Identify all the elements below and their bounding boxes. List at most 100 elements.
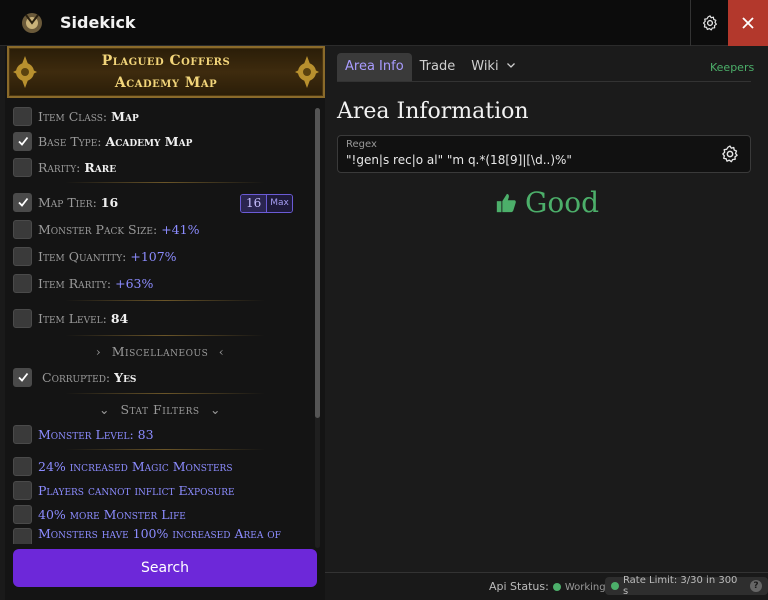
checkbox[interactable] — [13, 367, 32, 387]
area-info-title: Area Information — [337, 99, 529, 124]
filter-value: Yes — [114, 369, 137, 385]
mod-filter[interactable]: Players cannot inflict Exposure — [13, 479, 235, 501]
app-logo-icon — [22, 13, 42, 33]
area-panel: Area Info Trade Wiki Keepers Area Inform… — [325, 46, 768, 600]
app-title: Sidekick — [60, 13, 136, 32]
tab-trade[interactable]: Trade — [412, 53, 464, 81]
filter-value: 83 — [137, 426, 154, 442]
mod-filter[interactable]: 40% more Monster Life — [13, 503, 186, 525]
rate-limit-text: Rate Limit: 3/30 in 300 s — [622, 575, 738, 597]
help-icon[interactable]: ? — [750, 580, 762, 592]
scrollbar-thumb[interactable] — [315, 108, 320, 418]
filter-value: +107% — [130, 248, 177, 264]
checkbox[interactable] — [13, 480, 32, 500]
checkbox[interactable] — [13, 528, 32, 544]
checkbox[interactable] — [13, 456, 32, 476]
item-header: Plagued Coffers Academy Map — [7, 46, 325, 98]
tier-max-value[interactable]: Max — [266, 195, 292, 212]
gear-icon[interactable] — [720, 144, 740, 164]
settings-button[interactable] — [690, 0, 728, 46]
area-verdict: Good — [495, 186, 599, 219]
api-status: Api Status: Working — [489, 580, 606, 593]
scrollbar[interactable] — [315, 108, 320, 548]
checkbox[interactable] — [13, 157, 32, 177]
tab-wiki[interactable]: Wiki — [463, 53, 523, 81]
checkbox[interactable] — [13, 246, 32, 266]
rate-limit-badge: Rate Limit: 3/30 in 300 s ? — [605, 575, 768, 597]
divider — [65, 449, 265, 450]
thumbs-up-icon — [496, 193, 516, 212]
checkbox[interactable] — [13, 219, 32, 239]
item-name: Plagued Coffers — [101, 53, 231, 69]
chevron-left-icon: ‹ — [218, 344, 225, 359]
mod-text: Monsters have 100% increased Area of — [38, 526, 281, 541]
title-bar: Sidekick — [0, 0, 768, 46]
section-stat-filters[interactable]: ⌄ Stat Filters ⌄ — [5, 402, 315, 417]
mod-text: 40% more Monster Life — [38, 506, 186, 522]
filter-corrupted[interactable]: Corrupted: Yes — [13, 366, 136, 388]
filter-item-class[interactable]: Item Class: Map — [13, 105, 139, 127]
filter-label: Item Level: — [38, 310, 107, 326]
close-button[interactable] — [728, 0, 768, 46]
checkbox[interactable] — [13, 273, 32, 293]
chevron-down-icon: ⌄ — [210, 402, 221, 417]
filter-label: Item Class: — [38, 108, 108, 124]
filter-label: Rarity: — [38, 159, 81, 175]
filter-value: 84 — [110, 310, 129, 326]
filter-monster-level[interactable]: Monster Level: 83 — [13, 423, 154, 445]
regex-field[interactable]: Regex "!gen|s rec|o al" "m q.*(18[9]|[\d… — [337, 135, 751, 173]
filter-item-rarity[interactable]: Item Rarity: +63% — [13, 272, 153, 294]
filter-label: Monster Pack Size: — [38, 221, 158, 237]
search-button[interactable]: Search — [13, 549, 317, 587]
filter-map-tier[interactable]: Map Tier: 16 — [13, 191, 118, 213]
tab-bar: Area Info Trade Wiki — [337, 53, 524, 81]
api-status-value: Working — [564, 582, 606, 593]
status-dot-icon — [552, 583, 561, 591]
filter-base-type[interactable]: Base Type: Academy Map — [13, 130, 192, 152]
filter-value: 16 — [100, 194, 119, 210]
api-status-label: Api Status: — [489, 580, 549, 593]
divider — [65, 393, 265, 394]
checkbox[interactable] — [13, 504, 32, 524]
mod-filter[interactable]: Monsters have 100% increased Area of — [13, 526, 281, 544]
filter-rarity[interactable]: Rarity: Rare — [13, 156, 116, 178]
filter-value: +63% — [115, 275, 154, 291]
filter-value: Rare — [84, 159, 117, 175]
filter-value: Academy Map — [105, 133, 193, 149]
divider — [65, 335, 265, 336]
divider — [65, 182, 265, 183]
tier-min-value[interactable]: 16 — [241, 195, 267, 212]
checkbox[interactable] — [13, 192, 32, 212]
filter-label: Corrupted: — [42, 369, 111, 385]
section-miscellaneous[interactable]: › Miscellaneous ‹ — [5, 344, 315, 359]
tier-range-input[interactable]: 16 Max — [240, 194, 293, 213]
mod-text: Players cannot inflict Exposure — [38, 482, 235, 498]
chevron-down-icon — [506, 63, 515, 68]
filter-label: Map Tier: — [38, 194, 97, 210]
regex-value[interactable]: "!gen|s rec|o al" "m q.*(18[9]|[\d..)%" — [346, 153, 572, 167]
chevron-right-icon: › — [95, 344, 102, 359]
checkbox[interactable] — [13, 308, 32, 328]
filter-item-quantity[interactable]: Item Quantity: +107% — [13, 245, 177, 267]
mod-text: 24% increased Magic Monsters — [38, 458, 233, 474]
checkbox[interactable] — [13, 424, 32, 444]
tab-label: Wiki — [471, 59, 499, 74]
tab-area-info[interactable]: Area Info — [337, 53, 412, 81]
filter-value: +41% — [161, 221, 200, 237]
check-icon — [17, 136, 28, 146]
close-icon — [742, 17, 754, 29]
filter-monster-pack-size[interactable]: Monster Pack Size: +41% — [13, 218, 199, 240]
filter-item-level[interactable]: Item Level: 84 — [13, 307, 128, 329]
filter-label: Monster Level: — [38, 426, 134, 442]
item-panel: Plagued Coffers Academy Map Item Class: … — [5, 46, 325, 600]
item-base-type: Academy Map — [114, 75, 218, 91]
mod-filter[interactable]: 24% increased Magic Monsters — [13, 455, 232, 477]
check-icon — [17, 197, 28, 207]
filter-label: Base Type: — [38, 133, 102, 149]
checkbox[interactable] — [13, 131, 32, 151]
keepers-link[interactable]: Keepers — [710, 61, 754, 74]
tab-underline — [337, 81, 751, 82]
chevron-down-icon: ⌄ — [99, 402, 110, 417]
filter-label: Item Rarity: — [38, 275, 112, 291]
checkbox[interactable] — [13, 106, 32, 126]
